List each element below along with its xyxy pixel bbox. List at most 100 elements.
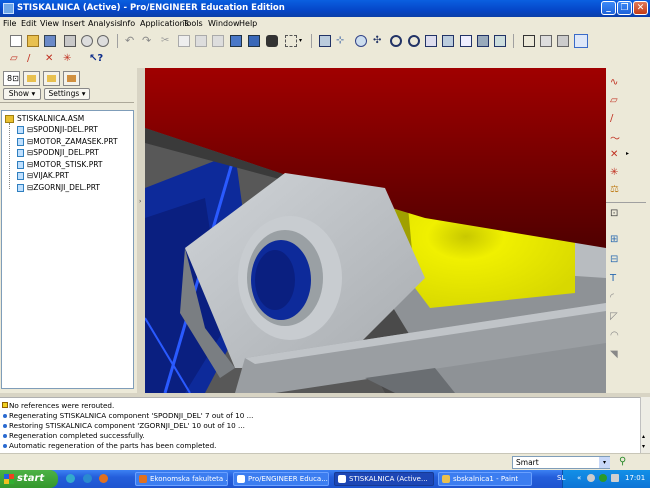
hole-icon[interactable]: T [610, 273, 616, 284]
wireframe-icon[interactable] [523, 35, 535, 47]
point-icon[interactable]: ✕ [610, 149, 618, 160]
send-icon[interactable] [97, 35, 109, 47]
tray-expand-icon[interactable]: « [577, 474, 581, 482]
model-tree[interactable]: STISKALNICA.ASM ⊟SPODNJI-DEL.PRT ⊟MOTOR_… [1, 110, 134, 389]
tree-item-part[interactable]: ⊟VIJAK.PRT [27, 171, 69, 181]
start-button[interactable]: start [0, 470, 58, 488]
open-folder-icon[interactable] [27, 35, 39, 47]
language-indicator[interactable]: SL [557, 474, 565, 482]
tree-item-part[interactable]: ⊟MOTOR_ZAMASEK.PRT [27, 137, 118, 147]
network-icon[interactable] [587, 474, 595, 482]
repaint-icon[interactable] [319, 35, 331, 47]
scroll-down-icon[interactable]: ▾ [642, 443, 645, 450]
task-button[interactable]: STISKALNICA (Active... [334, 472, 434, 486]
regenerate-icon[interactable] [230, 35, 242, 47]
show-dropdown[interactable]: Show ▾ [3, 88, 41, 100]
volume-icon[interactable] [611, 474, 619, 482]
whats-this-icon[interactable]: ↖? [89, 53, 103, 65]
menu-applications[interactable]: Applications [140, 19, 189, 28]
find-icon[interactable] [266, 35, 278, 47]
regen-manager-icon[interactable] [248, 35, 260, 47]
undo-icon[interactable]: ↶ [125, 35, 137, 47]
tab-favorites[interactable] [43, 71, 60, 86]
datum-plane-icon[interactable]: ▱ [10, 53, 22, 65]
zoom-in-icon[interactable] [390, 35, 402, 47]
no-hidden-icon[interactable] [557, 35, 569, 47]
paste-special-icon[interactable] [212, 35, 224, 47]
task-button[interactable]: Pro/ENGINEER Educa... [233, 472, 329, 486]
paste-icon[interactable] [195, 35, 207, 47]
curve-icon[interactable]: 〜 [610, 130, 620, 145]
hidden-line-icon[interactable] [540, 35, 552, 47]
antivirus-icon[interactable] [599, 474, 607, 482]
reorient-icon[interactable] [442, 35, 454, 47]
tab-folder-browser[interactable] [23, 71, 40, 86]
task-button[interactable]: sbskalnica1 - Paint [438, 472, 532, 486]
datum-axis-icon[interactable]: / [27, 53, 39, 65]
menu-view[interactable]: View [40, 19, 59, 28]
orient-icon[interactable] [355, 35, 367, 47]
menu-file[interactable]: File [3, 19, 16, 28]
clock[interactable]: 17:01 [625, 474, 645, 482]
select-dropdown-icon[interactable]: ▾ [299, 37, 302, 44]
collapse-arrow-icon[interactable]: › [139, 198, 141, 205]
zoom-out-icon[interactable] [408, 35, 420, 47]
shading-icon[interactable] [574, 34, 588, 48]
spin-center-icon[interactable]: ⊹ [336, 35, 348, 47]
email-icon[interactable] [81, 35, 93, 47]
menu-insert[interactable]: Insert [62, 19, 85, 28]
rib-icon[interactable]: ◠ [610, 330, 619, 341]
task-button[interactable]: Ekonomska fakulteta ... [135, 472, 228, 486]
sketch-icon[interactable]: ∿ [610, 77, 618, 88]
chevron-right-icon[interactable]: ▸ [626, 150, 629, 157]
axis-icon[interactable]: / [610, 113, 613, 124]
draft-icon[interactable]: ◥ [610, 349, 618, 360]
layers-icon[interactable] [477, 35, 489, 47]
plane-icon[interactable]: ▱ [610, 95, 618, 106]
view-manager-icon[interactable] [494, 35, 506, 47]
pan-icon[interactable]: ✣ [373, 35, 385, 47]
menu-info[interactable]: Info [120, 19, 135, 28]
new-file-icon[interactable] [10, 35, 22, 47]
menu-help[interactable]: Help [239, 19, 257, 28]
analysis-icon[interactable]: ⚖ [610, 184, 619, 195]
ie-icon[interactable] [83, 474, 92, 483]
tree-item-part[interactable]: ⊟MOTOR_STISK.PRT [27, 160, 103, 170]
minimize-button[interactable]: _ [601, 1, 616, 15]
restore-button[interactable]: ❐ [617, 1, 632, 15]
menu-window[interactable]: Window [208, 19, 240, 28]
datum-csys-icon[interactable]: ✳ [63, 53, 75, 65]
create-component-icon[interactable]: ⊟ [610, 254, 618, 265]
panel-splitter[interactable]: › [137, 68, 145, 393]
graphics-viewport[interactable] [145, 68, 606, 393]
scroll-up-icon[interactable]: ▴ [642, 433, 645, 440]
settings-dropdown[interactable]: Settings ▾ [44, 88, 90, 100]
tree-item-part[interactable]: ⊟SPODNJI-DEL.PRT [27, 125, 98, 135]
filter-select[interactable]: Smart ▾ [512, 456, 610, 469]
refit-icon[interactable] [425, 35, 437, 47]
cut-icon[interactable]: ✂ [161, 35, 173, 47]
app-icon[interactable] [3, 3, 14, 14]
tab-model-tree[interactable]: 8⊡ [3, 71, 20, 86]
round-icon[interactable]: ◜ [610, 292, 614, 303]
chevron-down-icon[interactable]: ▾ [599, 457, 610, 468]
copy-icon[interactable] [178, 35, 190, 47]
menu-edit[interactable]: Edit [21, 19, 37, 28]
tree-item-part[interactable]: ⊟SPODNJI_DEL.PRT [27, 148, 99, 158]
tree-item-part[interactable]: ⊟ZGORNJI_DEL.PRT [27, 183, 100, 193]
chamfer-icon[interactable]: ◸ [610, 311, 618, 322]
tab-connections[interactable] [63, 71, 80, 86]
menu-tools[interactable]: Tools [183, 19, 203, 28]
saved-views-icon[interactable] [460, 35, 472, 47]
close-button[interactable]: ✕ [633, 1, 648, 15]
datum-point-icon[interactable]: ✕ [45, 53, 57, 65]
message-scrollbar[interactable]: ▴ ▾ [640, 397, 650, 453]
csys-icon[interactable]: ✳ [610, 167, 618, 178]
save-icon[interactable] [44, 35, 56, 47]
print-icon[interactable] [64, 35, 76, 47]
tree-item-assembly[interactable]: STISKALNICA.ASM [17, 114, 84, 124]
assemble-icon[interactable]: ⊞ [610, 234, 618, 245]
show-desktop-icon[interactable] [66, 474, 75, 483]
traffic-light-icon[interactable]: ⚲ [619, 456, 626, 467]
menu-analysis[interactable]: Analysis [88, 19, 121, 28]
